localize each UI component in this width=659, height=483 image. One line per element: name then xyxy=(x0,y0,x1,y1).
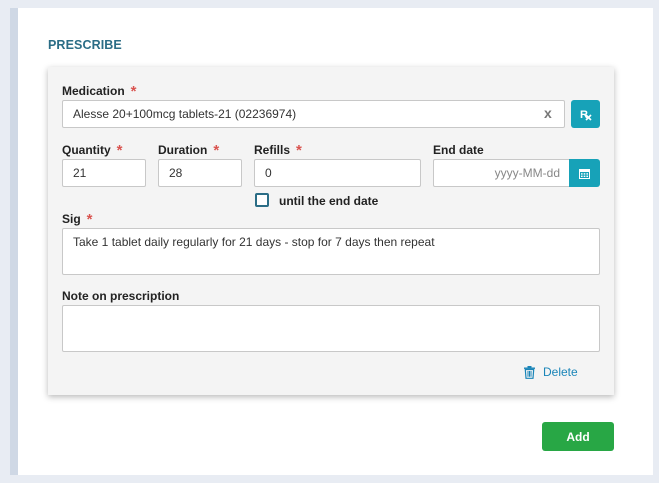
section-title: PRESCRIBE xyxy=(48,38,122,52)
note-label: Note on prescription xyxy=(62,289,180,303)
required-mark: * xyxy=(86,211,93,228)
refills-label-text: Refills xyxy=(254,143,291,157)
medication-value: Alesse 20+100mcg tablets-21 (02236974) xyxy=(73,107,297,121)
required-mark: * xyxy=(116,142,123,159)
end-date-placeholder: yyyy-MM-dd xyxy=(494,166,560,180)
quantity-label-text: Quantity xyxy=(62,143,111,157)
end-date-label: End date xyxy=(433,143,484,157)
sig-textarea[interactable]: Take 1 tablet daily regularly for 21 day… xyxy=(62,228,600,275)
quantity-value: 21 xyxy=(73,166,87,180)
required-mark: * xyxy=(296,142,302,159)
duration-value: 28 xyxy=(169,166,183,180)
medication-label-text: Medication xyxy=(62,84,125,98)
sig-label: Sig * xyxy=(62,211,93,228)
rx-lookup-button[interactable]: R xyxy=(571,100,600,128)
trash-icon xyxy=(524,365,535,379)
quantity-label: Quantity * xyxy=(62,142,123,159)
refills-input[interactable]: 0 xyxy=(254,159,421,187)
medication-label: Medication * xyxy=(62,83,137,100)
required-mark: * xyxy=(130,83,137,100)
add-button[interactable]: Add xyxy=(542,422,614,451)
duration-label-text: Duration xyxy=(158,143,208,157)
sig-value: Take 1 tablet daily regularly for 21 day… xyxy=(73,235,435,249)
medication-input[interactable]: Alesse 20+100mcg tablets-21 (02236974) xyxy=(62,100,565,128)
quantity-input[interactable]: 21 xyxy=(62,159,146,187)
rx-icon: R xyxy=(580,109,592,121)
calendar-button[interactable] xyxy=(569,159,600,187)
prescription-card: Medication * Alesse 20+100mcg tablets-21 … xyxy=(48,67,614,395)
until-end-date-label[interactable]: until the end date xyxy=(279,194,378,208)
note-textarea[interactable] xyxy=(62,305,600,352)
duration-input[interactable]: 28 xyxy=(158,159,242,187)
required-mark: * xyxy=(213,142,220,159)
end-date-input[interactable]: yyyy-MM-dd xyxy=(433,159,571,187)
delete-button[interactable]: Delete xyxy=(524,365,578,379)
refills-value: 0 xyxy=(265,166,272,180)
clear-medication-icon[interactable]: x xyxy=(544,105,552,121)
duration-label: Duration * xyxy=(158,142,220,159)
until-end-date-checkbox[interactable] xyxy=(255,193,269,207)
calendar-icon xyxy=(579,168,590,179)
refills-label: Refills * xyxy=(254,142,302,159)
sig-label-text: Sig xyxy=(62,212,81,226)
delete-label: Delete xyxy=(543,365,578,379)
